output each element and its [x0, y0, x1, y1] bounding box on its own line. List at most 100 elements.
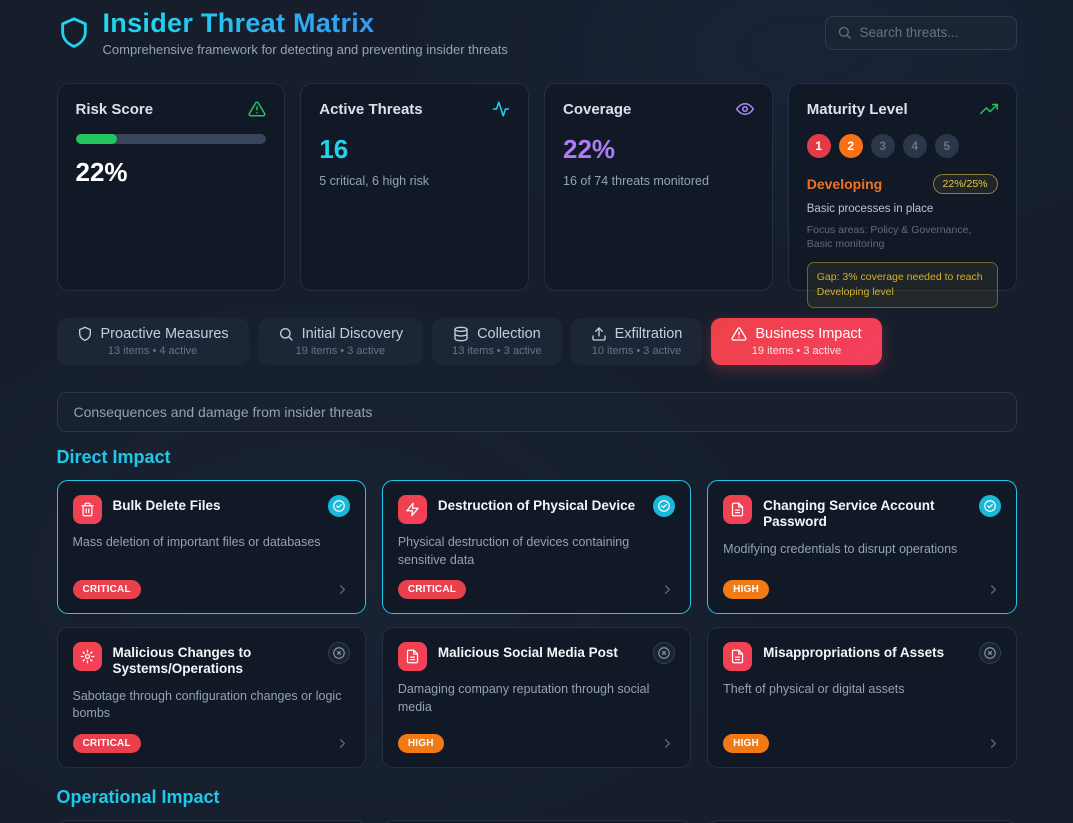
check-circle-icon[interactable] — [328, 495, 350, 517]
coverage-value: 22% — [563, 134, 754, 165]
trash-icon — [73, 495, 102, 524]
threat-card-title: Misappropriations of Assets — [763, 642, 967, 661]
active-threats-value: 16 — [319, 134, 510, 165]
page-container: Insider Threat Matrix Comprehensive fram… — [57, 0, 1017, 823]
database-icon — [453, 326, 469, 342]
threat-card[interactable]: Destruction of Physical Device Physical … — [382, 480, 691, 614]
tab-meta: 13 items • 3 active — [452, 345, 541, 357]
check-circle-icon[interactable] — [653, 495, 675, 517]
threat-card[interactable]: Misappropriations of Assets Theft of phy… — [707, 627, 1016, 768]
threat-card-title: Changing Service Account Password — [763, 495, 967, 531]
stat-title: Risk Score — [76, 101, 154, 118]
threat-card-description: Theft of physical or digital assets — [723, 681, 1000, 699]
threat-card[interactable]: Malicious Changes to Systems/Operations … — [57, 627, 366, 768]
tab-meta: 10 items • 3 active — [592, 345, 681, 357]
chevron-right-icon — [986, 736, 1001, 751]
x-circle-icon[interactable] — [979, 642, 1001, 664]
threat-card[interactable]: Changing Service Account Password Modify… — [707, 480, 1016, 614]
section-heading: Operational Impact — [57, 787, 1017, 808]
severity-badge: HIGH — [398, 734, 444, 753]
section-direct-impact: Direct Impact Bulk Delete Files Mass del… — [57, 447, 1017, 768]
threat-sections: Direct Impact Bulk Delete Files Mass del… — [57, 447, 1017, 823]
maturity-level-dots: 1 2 3 4 5 — [807, 134, 998, 158]
threat-card-description: Sabotage through configuration changes o… — [73, 688, 350, 723]
settings-icon — [73, 642, 102, 671]
threat-card-title: Destruction of Physical Device — [438, 495, 642, 514]
threat-card-description: Physical destruction of devices containi… — [398, 534, 675, 569]
tab-label: Proactive Measures — [101, 326, 229, 342]
maturity-progress-badge: 22%/25% — [933, 174, 998, 194]
tab-proactive-measures[interactable]: Proactive Measures 13 items • 4 active — [57, 318, 249, 365]
tab-label: Initial Discovery — [302, 326, 404, 342]
tab-initial-discovery[interactable]: Initial Discovery 19 items • 3 active — [258, 318, 424, 365]
active-threats-subtext: 5 critical, 6 high risk — [319, 174, 510, 188]
activity-icon — [492, 100, 510, 118]
search-box[interactable] — [825, 16, 1017, 50]
risk-score-value: 22% — [76, 157, 267, 188]
x-circle-icon[interactable] — [653, 642, 675, 664]
stat-title: Coverage — [563, 101, 631, 118]
tab-business-impact[interactable]: Business Impact 19 items • 3 active — [711, 318, 881, 365]
threat-card-grid: Bulk Delete Files Mass deletion of impor… — [57, 480, 1017, 768]
stat-title: Maturity Level — [807, 101, 908, 118]
maturity-dot-3: 3 — [871, 134, 895, 158]
severity-badge: CRITICAL — [398, 580, 466, 599]
alert-triangle-icon — [248, 100, 266, 118]
tab-collection[interactable]: Collection 13 items • 3 active — [432, 318, 561, 365]
maturity-dot-5: 5 — [935, 134, 959, 158]
risk-progress-fill — [76, 134, 118, 144]
maturity-label: Developing — [807, 176, 882, 192]
upload-icon — [591, 326, 607, 342]
coverage-subtext: 16 of 74 threats monitored — [563, 174, 754, 188]
tab-meta: 19 items • 3 active — [296, 345, 385, 357]
file-text-icon — [723, 495, 752, 524]
maturity-desc: Basic processes in place — [807, 203, 998, 215]
tab-meta: 19 items • 3 active — [752, 345, 841, 357]
maturity-dot-2: 2 — [839, 134, 863, 158]
page-subtitle: Comprehensive framework for detecting an… — [103, 42, 508, 57]
category-description: Consequences and damage from insider thr… — [57, 392, 1017, 432]
search-icon — [278, 326, 294, 342]
severity-badge: CRITICAL — [73, 580, 141, 599]
threat-card[interactable]: Malicious Social Media Post Damaging com… — [382, 627, 691, 768]
check-circle-icon[interactable] — [979, 495, 1001, 517]
zap-icon — [398, 495, 427, 524]
tab-exfiltration[interactable]: Exfiltration 10 items • 3 active — [571, 318, 703, 365]
tab-label: Exfiltration — [615, 326, 683, 342]
chevron-right-icon — [660, 736, 675, 751]
maturity-dot-1: 1 — [807, 134, 831, 158]
maturity-gap-note: Gap: 3% coverage needed to reach Develop… — [807, 262, 998, 307]
chevron-right-icon — [335, 736, 350, 751]
section-operational-impact: Operational Impact Anomalous Time/Freque… — [57, 787, 1017, 823]
threat-card-description: Damaging company reputation through soci… — [398, 681, 675, 716]
x-circle-icon[interactable] — [328, 642, 350, 664]
severity-badge: HIGH — [723, 734, 769, 753]
severity-badge: HIGH — [723, 580, 769, 599]
search-input[interactable] — [860, 25, 1005, 40]
threat-card-title: Malicious Changes to Systems/Operations — [113, 642, 317, 678]
stats-row: Risk Score 22% Active Threats 16 5 criti… — [57, 83, 1017, 291]
eye-icon — [736, 100, 754, 118]
file-text-icon — [398, 642, 427, 671]
threat-card-title: Bulk Delete Files — [113, 495, 317, 514]
chevron-right-icon — [335, 582, 350, 597]
threat-card-title: Malicious Social Media Post — [438, 642, 642, 661]
risk-progress-bar — [76, 134, 267, 144]
header: Insider Threat Matrix Comprehensive fram… — [57, 8, 1017, 57]
section-heading: Direct Impact — [57, 447, 1017, 468]
threat-card[interactable]: Bulk Delete Files Mass deletion of impor… — [57, 480, 366, 614]
shield-icon — [77, 326, 93, 342]
shield-logo-icon — [57, 16, 91, 50]
brand: Insider Threat Matrix Comprehensive fram… — [57, 8, 508, 57]
file-text-icon — [723, 642, 752, 671]
stat-card-active-threats: Active Threats 16 5 critical, 6 high ris… — [300, 83, 529, 291]
threat-card-description: Modifying credentials to disrupt operati… — [723, 541, 1000, 559]
trending-up-icon — [980, 100, 998, 118]
severity-badge: CRITICAL — [73, 734, 141, 753]
stat-card-maturity: Maturity Level 1 2 3 4 5 Developing 22%/… — [788, 83, 1017, 291]
maturity-focus-areas: Focus areas: Policy & Governance, Basic … — [807, 223, 998, 251]
category-tabs: Proactive Measures 13 items • 4 active I… — [57, 318, 1017, 365]
alert-triangle-icon — [731, 326, 747, 342]
page-title: Insider Threat Matrix — [103, 8, 508, 39]
search-icon — [837, 25, 852, 40]
